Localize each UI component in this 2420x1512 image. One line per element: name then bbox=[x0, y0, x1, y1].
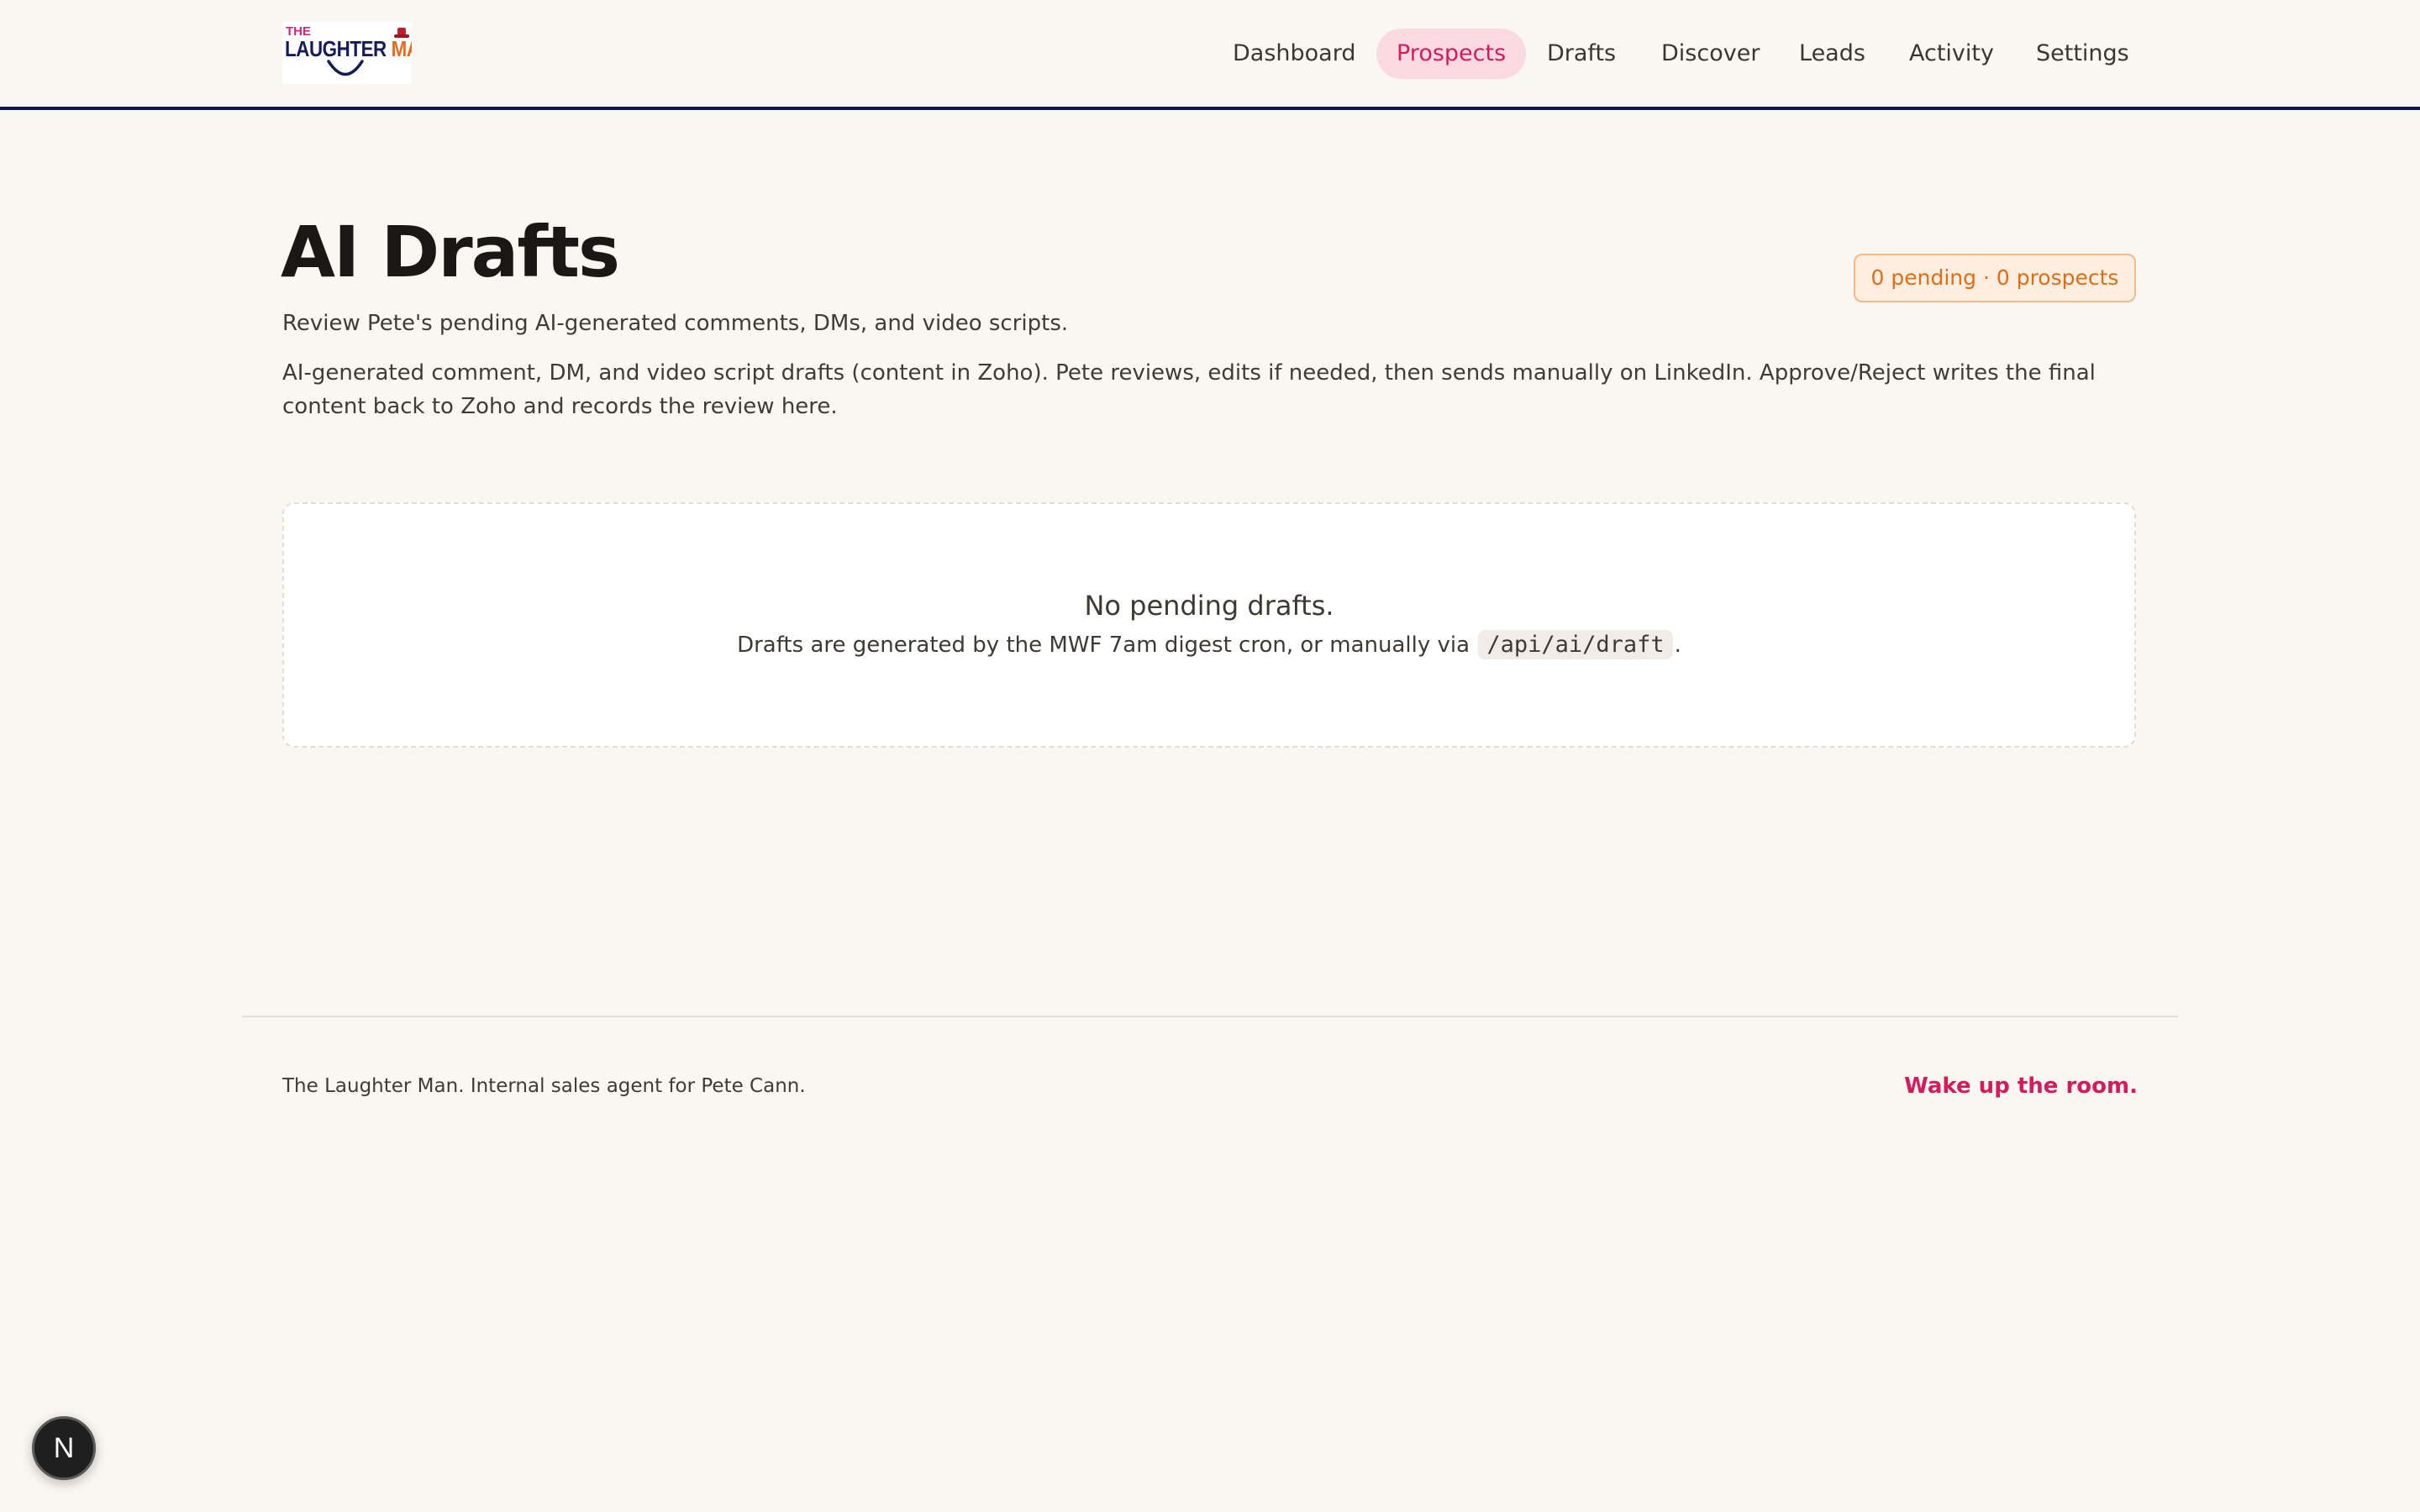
page-title: AI Drafts bbox=[281, 211, 620, 293]
main-nav: Dashboard Prospects Drafts Discover Lead… bbox=[0, 29, 2420, 79]
dev-tools-button[interactable]: N bbox=[32, 1416, 96, 1480]
nav-item-discover[interactable]: Discover bbox=[1641, 29, 1780, 79]
nav-item-dashboard[interactable]: Dashboard bbox=[1213, 29, 1376, 79]
footer-divider bbox=[242, 1016, 2178, 1017]
empty-state-hint-text: Drafts are generated by the MWF 7am dige… bbox=[737, 633, 1470, 658]
dev-tools-n-icon: N bbox=[53, 1432, 75, 1464]
empty-state-hint-suffix: . bbox=[1674, 633, 1681, 658]
nav-item-prospects[interactable]: Prospects bbox=[1376, 29, 1527, 79]
empty-state-title: No pending drafts. bbox=[1084, 590, 1334, 622]
api-endpoint-code: /api/ai/draft bbox=[1478, 630, 1673, 659]
empty-state-card: No pending drafts. Drafts are generated … bbox=[282, 502, 2136, 748]
page-subtitle: Review Pete's pending AI-generated comme… bbox=[282, 311, 1069, 336]
footer-tagline: Wake up the room. bbox=[1904, 1074, 2138, 1099]
footer-credit: The Laughter Man. Internal sales agent f… bbox=[282, 1075, 806, 1097]
nav-item-settings[interactable]: Settings bbox=[2016, 29, 2149, 79]
top-navigation-bar: THE LAUGHTER MAN Dashboard Prospects Dra… bbox=[0, 0, 2420, 110]
nav-item-drafts[interactable]: Drafts bbox=[1527, 29, 1636, 79]
empty-state-hint: Drafts are generated by the MWF 7am dige… bbox=[284, 630, 2134, 659]
pending-count-badge: 0 pending · 0 prospects bbox=[1854, 254, 2136, 302]
nav-item-activity[interactable]: Activity bbox=[1889, 29, 2014, 79]
page-description: AI-generated comment, DM, and video scri… bbox=[282, 360, 2096, 419]
nav-item-leads[interactable]: Leads bbox=[1779, 29, 1886, 79]
